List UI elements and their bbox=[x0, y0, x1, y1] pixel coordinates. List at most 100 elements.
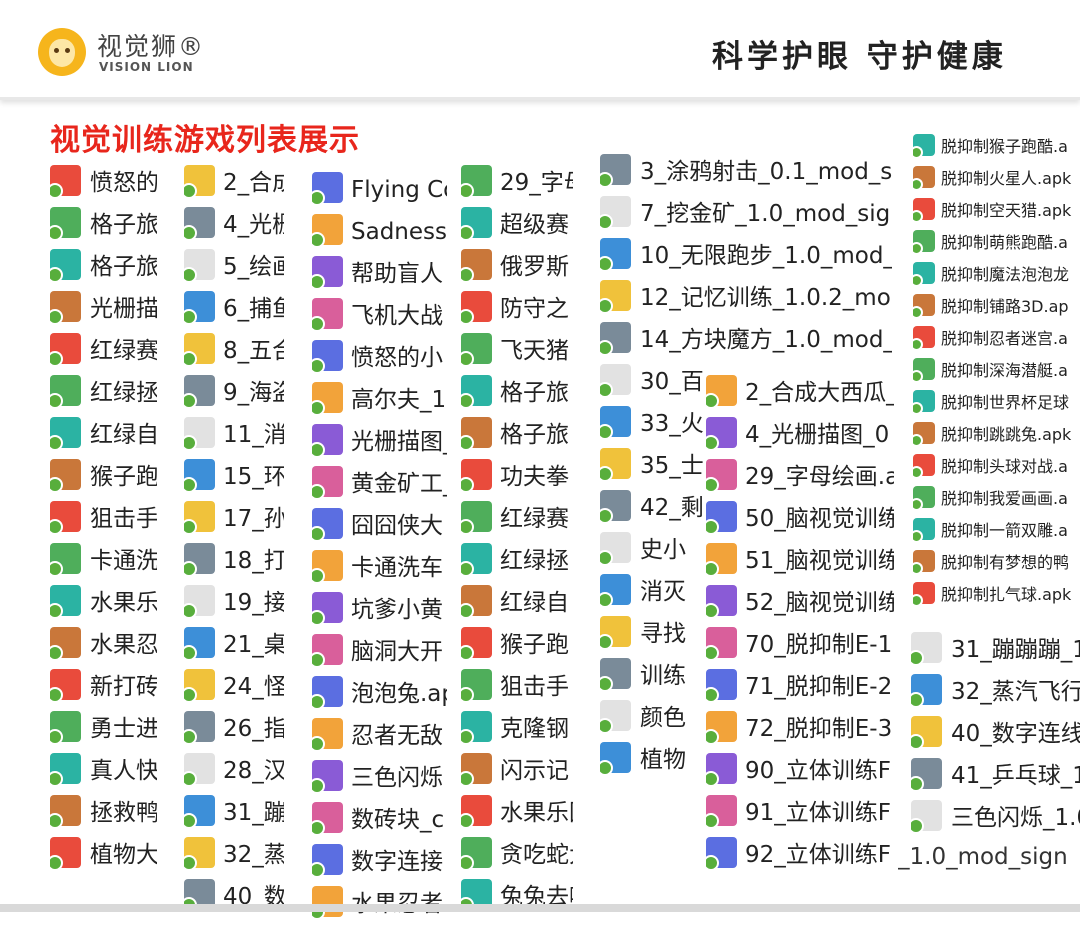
file-item[interactable]: Sadness bbox=[312, 214, 447, 252]
file-item[interactable]: 超级赛 bbox=[461, 207, 573, 245]
install-badge-icon bbox=[461, 393, 474, 409]
file-item[interactable]: 31_蹦 bbox=[184, 795, 284, 833]
file-item[interactable]: 3_涂鸦射击_0.1_mod_s bbox=[600, 154, 892, 192]
file-item[interactable]: 14_方块魔方_1.0_mod_ bbox=[600, 322, 892, 360]
file-item[interactable]: 红绿赛 bbox=[461, 501, 573, 539]
file-item[interactable]: 格子旅 bbox=[50, 249, 157, 287]
file-item[interactable]: 克隆钢 bbox=[461, 711, 573, 749]
file-item[interactable]: 数字连接 bbox=[312, 844, 447, 882]
file-item[interactable]: 29_字母绘画.a bbox=[706, 459, 894, 497]
file-item[interactable]: 俄罗斯 bbox=[461, 249, 573, 287]
file-item[interactable]: 红绿拯 bbox=[461, 543, 573, 581]
file-item[interactable]: 红绿赛 bbox=[50, 333, 157, 371]
file-item[interactable]: 功夫拳 bbox=[461, 459, 573, 497]
file-item[interactable]: 真人快 bbox=[50, 753, 157, 791]
file-item[interactable]: 猴子跑 bbox=[50, 459, 157, 497]
file-item[interactable]: 52_脑视觉训练 bbox=[706, 585, 894, 623]
file-item[interactable]: 飞机大战 bbox=[312, 298, 447, 336]
file-item[interactable]: 格子旅 bbox=[461, 375, 573, 413]
file-item[interactable]: 18_打 bbox=[184, 543, 284, 581]
file-item[interactable]: 黄金矿工_ bbox=[312, 466, 447, 504]
file-item[interactable]: 12_记忆训练_1.0.2_mo bbox=[600, 280, 892, 318]
file-item[interactable]: 40_数字连线 bbox=[911, 716, 1080, 754]
file-item[interactable]: 三色闪烁 bbox=[312, 760, 447, 798]
file-item[interactable]: 勇士进 bbox=[50, 711, 157, 749]
file-item[interactable]: 卡通洗 bbox=[50, 543, 157, 581]
install-badge-icon bbox=[50, 351, 63, 367]
file-item[interactable]: 防守之 bbox=[461, 291, 573, 329]
file-item[interactable]: Flying Co bbox=[312, 172, 447, 210]
file-item[interactable]: 新打砖 bbox=[50, 669, 157, 707]
file-item[interactable]: 猴子跑 bbox=[461, 627, 573, 665]
file-item[interactable]: 脱抑制扎气球.apk bbox=[913, 582, 1080, 618]
file-item[interactable]: 92_立体训练F bbox=[706, 837, 894, 875]
file-name: 勇士进 bbox=[90, 716, 157, 742]
file-item[interactable]: 坑爹小黄 bbox=[312, 592, 447, 630]
file-item[interactable]: 狙击手 bbox=[50, 501, 157, 539]
file-item[interactable]: 28_汉 bbox=[184, 753, 284, 791]
file-item[interactable]: 19_接 bbox=[184, 585, 284, 623]
file-item[interactable]: 格子旅 bbox=[461, 417, 573, 455]
file-item[interactable]: 32_蒸汽飞行 bbox=[911, 674, 1080, 712]
install-badge-icon bbox=[600, 340, 613, 356]
apk-file-icon bbox=[911, 758, 942, 792]
file-item[interactable]: 10_无限跑步_1.0_mod_ bbox=[600, 238, 892, 276]
file-item[interactable]: 15_环 bbox=[184, 459, 284, 497]
file-item[interactable]: 数砖块_c bbox=[312, 802, 447, 840]
file-item[interactable]: 91_立体训练F bbox=[706, 795, 894, 833]
file-item[interactable]: 8_五合 bbox=[184, 333, 284, 371]
file-item[interactable]: 脑洞大开 bbox=[312, 634, 447, 672]
file-name: 32_蒸 bbox=[223, 842, 284, 868]
install-badge-icon bbox=[50, 771, 63, 787]
file-item[interactable]: 飞天猪 bbox=[461, 333, 573, 371]
file-item[interactable]: 三色闪烁_1.0 bbox=[911, 800, 1080, 838]
file-item[interactable]: 帮助盲人 bbox=[312, 256, 447, 294]
file-name: 29_字母 bbox=[500, 170, 573, 196]
file-item[interactable]: 70_脱抑制E-1 bbox=[706, 627, 894, 665]
file-item[interactable]: 红绿自 bbox=[50, 417, 157, 455]
file-item[interactable]: 24_怪 bbox=[184, 669, 284, 707]
file-item[interactable]: 水果乐园.apk bbox=[461, 795, 573, 833]
file-item[interactable]: 闪示记 bbox=[461, 753, 573, 791]
file-item[interactable]: 32_蒸 bbox=[184, 837, 284, 875]
file-item[interactable]: 11_消 bbox=[184, 417, 284, 455]
file-item[interactable]: 50_脑视觉训练 bbox=[706, 501, 894, 539]
file-item[interactable]: 拯救鸭 bbox=[50, 795, 157, 833]
file-item[interactable]: 格子旅 bbox=[50, 207, 157, 245]
file-item[interactable]: 26_指 bbox=[184, 711, 284, 749]
file-item[interactable]: 红绿拯 bbox=[50, 375, 157, 413]
file-item[interactable]: 光栅描图_ bbox=[312, 424, 447, 462]
file-item[interactable]: 71_脱抑制E-2 bbox=[706, 669, 894, 707]
file-item[interactable]: 31_蹦蹦蹦_1 bbox=[911, 632, 1080, 670]
file-item[interactable]: 5_绘画 bbox=[184, 249, 284, 287]
file-item[interactable]: 9_海盗 bbox=[184, 375, 284, 413]
file-item[interactable]: 51_脑视觉训练 bbox=[706, 543, 894, 581]
file-item[interactable]: 高尔夫_1 bbox=[312, 382, 447, 420]
file-item[interactable]: 4_光栅描图_0 bbox=[706, 417, 894, 455]
file-item[interactable]: 4_光栅 bbox=[184, 207, 284, 245]
apk-file-icon bbox=[50, 249, 81, 283]
file-item[interactable]: 17_孙 bbox=[184, 501, 284, 539]
file-item[interactable]: 泡泡兔.ap bbox=[312, 676, 447, 714]
file-item[interactable]: 愤怒的小 bbox=[312, 340, 447, 378]
file-item[interactable]: 囧囧侠大 bbox=[312, 508, 447, 546]
file-item[interactable]: 90_立体训练F bbox=[706, 753, 894, 791]
file-item[interactable]: 卡通洗车 bbox=[312, 550, 447, 588]
file-item[interactable]: 21_桌 bbox=[184, 627, 284, 665]
file-item[interactable]: 水果乐 bbox=[50, 585, 157, 623]
file-item[interactable]: 红绿自 bbox=[461, 585, 573, 623]
file-item[interactable]: 2_合成大西瓜_ bbox=[706, 375, 894, 413]
file-item[interactable]: 愤怒的 bbox=[50, 165, 157, 203]
file-item[interactable]: 7_挖金矿_1.0_mod_sig bbox=[600, 196, 892, 234]
file-item[interactable]: 72_脱抑制E-3 bbox=[706, 711, 894, 749]
file-item[interactable]: 6_捕鱼 bbox=[184, 291, 284, 329]
file-item[interactable]: 水果忍 bbox=[50, 627, 157, 665]
file-item[interactable]: 植物大 bbox=[50, 837, 157, 875]
file-item[interactable]: 29_字母 bbox=[461, 165, 573, 203]
file-item[interactable]: 光栅描 bbox=[50, 291, 157, 329]
file-item[interactable]: 贪吃蛇大作战.apk bbox=[461, 837, 573, 875]
file-item[interactable]: 狙击手 bbox=[461, 669, 573, 707]
file-item[interactable]: 41_乒乓球_1 bbox=[911, 758, 1080, 796]
file-item[interactable]: 忍者无敌 bbox=[312, 718, 447, 756]
file-item[interactable]: 2_合成 bbox=[184, 165, 284, 203]
